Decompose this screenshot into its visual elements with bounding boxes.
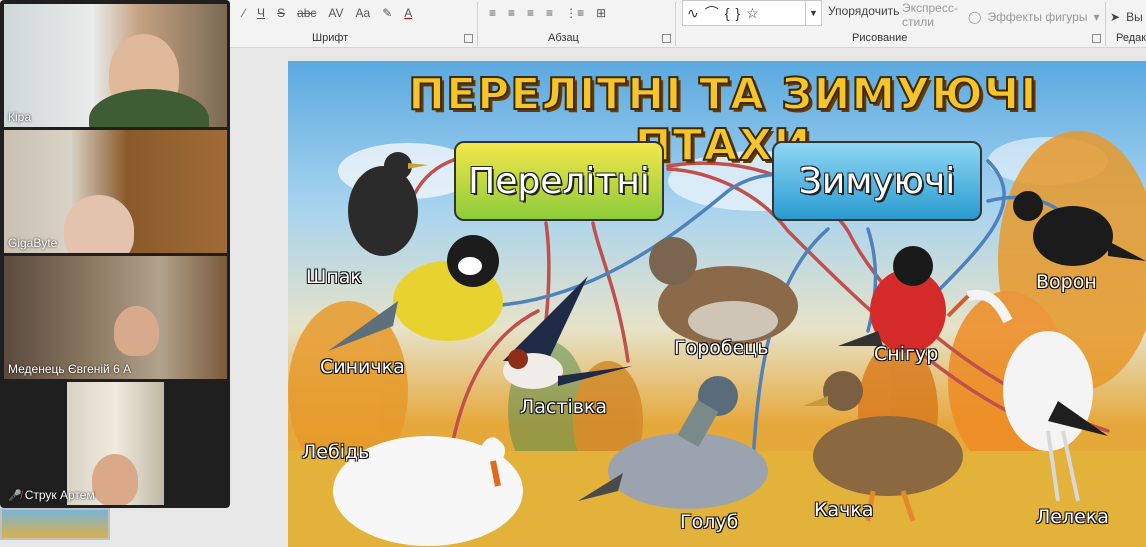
- participant-name: GigaByte: [8, 236, 58, 250]
- participant-video: [114, 306, 159, 356]
- mic-muted-icon: 🎤̸: [8, 489, 22, 502]
- bird-label-shpak: Шпак: [306, 266, 362, 288]
- participant-video: [64, 195, 134, 253]
- bird-horobets: [649, 237, 798, 346]
- divider: [1105, 2, 1106, 46]
- align-center-icon[interactable]: ≡: [505, 6, 518, 20]
- text-direction-icon[interactable]: ⊞: [593, 6, 609, 20]
- participant-tile[interactable]: Кіра: [4, 4, 227, 127]
- participant-name: Меденець Євгеній 6 А: [8, 362, 132, 376]
- group-font-label: Шрифт: [312, 32, 349, 44]
- group-edit-label: Редак: [1116, 32, 1146, 44]
- underline-button[interactable]: Ч: [254, 6, 268, 20]
- ribbon: ⁄ Ч S abc AV Aa ✎ A Шрифт ≡ ≡ ≡ ≡ ⋮≡ ⊞ А…: [230, 0, 1146, 48]
- chevron-down-icon: ▾: [1093, 10, 1100, 24]
- strikethrough-abc-button[interactable]: abc: [294, 6, 319, 20]
- bird-label-holub: Голуб: [680, 511, 739, 533]
- slide-title: ПЕРЕЛІТНІ ТА ЗИМУЮЧІ ПТАХИ: [407, 68, 1038, 172]
- select-label: Вы: [1126, 10, 1143, 24]
- slide-thumbnail[interactable]: [0, 508, 110, 540]
- bird-label-leleka: Лелека: [1036, 506, 1109, 528]
- align-right-icon[interactable]: ≡: [524, 6, 537, 20]
- bird-snihur: [838, 246, 946, 353]
- shape-effects-icon: ◯: [968, 10, 982, 24]
- divider: [675, 2, 676, 46]
- participant-tile[interactable]: 🎤̸ Струк Артем: [4, 382, 227, 505]
- wintering-box[interactable]: Зимуючі: [772, 141, 982, 221]
- bird-label-horobets: Горобець: [674, 337, 769, 359]
- migratory-box[interactable]: Перелітні: [454, 141, 664, 221]
- align-left-icon[interactable]: ≡: [486, 6, 499, 20]
- italic-icon[interactable]: ⁄: [240, 6, 248, 20]
- quick-styles-label: Экспресс-стили: [902, 1, 958, 29]
- shape-effects-button[interactable]: ◯ Эффекты фигуры ▾: [968, 6, 1099, 28]
- justify-icon[interactable]: ≡: [543, 6, 556, 20]
- change-case-button[interactable]: Aa: [353, 6, 374, 20]
- columns-icon[interactable]: ⋮≡: [562, 6, 587, 20]
- participant-tile[interactable]: Меденець Євгеній 6 А: [4, 256, 227, 379]
- bird-label-kachka: Качка: [814, 499, 874, 521]
- shapes-gallery[interactable]: ∿ ⌒ { } ☆ ▼: [682, 0, 822, 26]
- participant-name: Кіра: [8, 110, 32, 124]
- paragraph-toolbar: ≡ ≡ ≡ ≡ ⋮≡ ⊞: [486, 2, 609, 24]
- font-dialog-launcher[interactable]: [464, 34, 473, 43]
- bird-label-synychka: Синичка: [320, 356, 405, 378]
- participant-name: 🎤̸ Струк Артем: [8, 488, 95, 502]
- drawing-dialog-launcher[interactable]: [1092, 34, 1101, 43]
- group-paragraph-label: Абзац: [548, 32, 579, 44]
- star-icon[interactable]: ☆: [746, 5, 759, 22]
- gallery-scroll-icon[interactable]: ▼: [805, 1, 821, 25]
- bird-synychka: [328, 235, 503, 351]
- paragraph-dialog-launcher[interactable]: [662, 34, 671, 43]
- brace-open-icon[interactable]: {: [725, 5, 730, 21]
- highlight-icon[interactable]: ✎: [379, 6, 395, 20]
- strikethrough-button[interactable]: S: [274, 6, 288, 20]
- bird-label-lastivka: Ластівка: [520, 396, 608, 418]
- bird-label-lebid: Лебідь: [302, 441, 370, 463]
- select-button[interactable]: ➤ Вы: [1110, 6, 1143, 28]
- char-spacing-button[interactable]: AV: [325, 6, 346, 20]
- bird-label-voron: Ворон: [1036, 271, 1097, 293]
- arrange-label: Упорядочить: [828, 4, 900, 18]
- shape-effects-label: Эффекты фигуры: [987, 10, 1088, 24]
- slide-canvas[interactable]: ПЕРЕЛІТНІ ТА ЗИМУЮЧІ ПТАХИ Перелітні Зим…: [288, 61, 1146, 547]
- participant-tile[interactable]: GigaByte: [4, 130, 227, 253]
- arrange-button[interactable]: Упорядочить: [828, 0, 899, 22]
- participants-panel: Кіра GigaByte Меденець Євгеній 6 А 🎤̸ Стр…: [0, 0, 230, 508]
- bird-label-snihur: Снігур: [874, 343, 939, 365]
- participant-video: [92, 454, 138, 505]
- participant-video: [89, 89, 209, 127]
- cursor-icon: ➤: [1110, 10, 1121, 24]
- font-toolbar: ⁄ Ч S abc AV Aa ✎ A: [240, 2, 415, 24]
- arc-icon[interactable]: ⌒: [705, 3, 719, 23]
- quick-styles-button[interactable]: Экспресс-стили: [902, 0, 964, 30]
- freeform-icon[interactable]: ∿: [687, 5, 699, 22]
- font-color-icon[interactable]: A: [401, 6, 415, 20]
- brace-close-icon[interactable]: }: [735, 5, 740, 21]
- divider: [477, 2, 478, 46]
- group-drawing-label: Рисование: [852, 32, 908, 44]
